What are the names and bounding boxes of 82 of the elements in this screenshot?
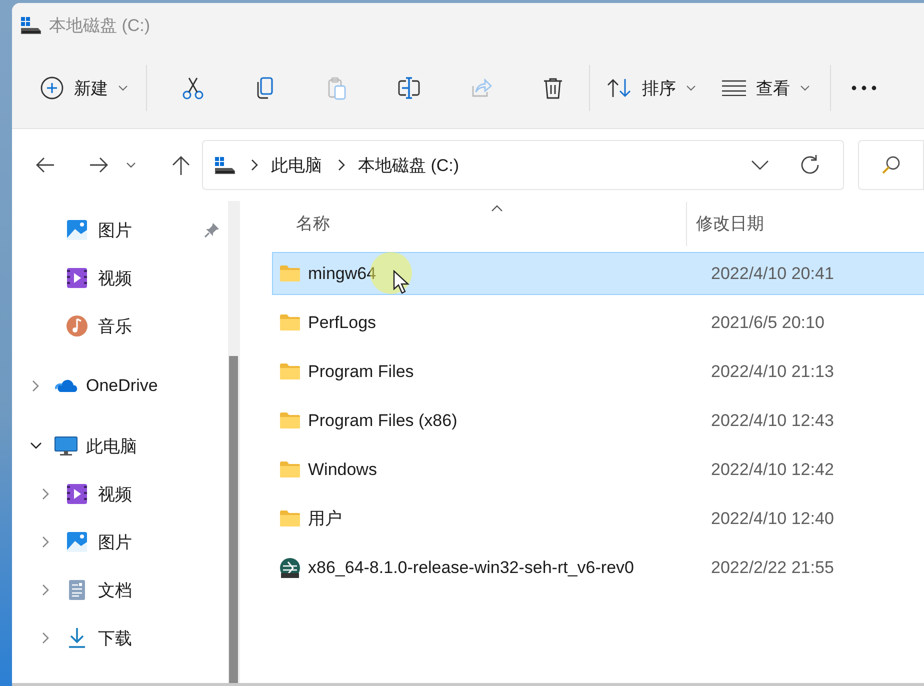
caret-icon bbox=[118, 85, 128, 91]
file-name: PerfLogs bbox=[308, 312, 376, 332]
drive-icon bbox=[215, 156, 235, 174]
refresh-icon[interactable] bbox=[799, 154, 821, 176]
sidebar-item[interactable]: 视频 bbox=[12, 254, 228, 302]
sidebar-item[interactable]: 视频 bbox=[12, 470, 228, 518]
file-row[interactable]: Program Files (x86) 2022/4/10 12:43 bbox=[272, 399, 924, 442]
chevron-right-icon[interactable] bbox=[42, 488, 50, 500]
sidebar-item[interactable]: 此电脑 bbox=[12, 422, 228, 470]
chevron-down-icon[interactable] bbox=[30, 442, 42, 450]
film-icon bbox=[66, 267, 90, 289]
modified-date: 2022/4/10 20:41 bbox=[711, 264, 834, 284]
file-row[interactable]: 用户 2022/4/10 12:40 bbox=[272, 497, 924, 540]
sidebar-item[interactable]: 下载 bbox=[12, 614, 228, 662]
modified-date: 2022/4/10 12:43 bbox=[711, 410, 834, 430]
search-field[interactable] bbox=[858, 140, 924, 190]
folder-icon bbox=[279, 264, 301, 284]
chevron-right-icon[interactable] bbox=[42, 632, 50, 644]
address-bar[interactable]: 此电脑 本地磁盘 (C:) bbox=[202, 140, 844, 190]
search-icon bbox=[881, 155, 901, 175]
pin-icon[interactable] bbox=[204, 222, 220, 238]
file-name: mingw64 bbox=[308, 264, 376, 284]
music-note-icon bbox=[66, 315, 90, 337]
modified-date: 2022/4/10 12:42 bbox=[711, 460, 834, 480]
chevron-right-icon[interactable] bbox=[32, 380, 40, 392]
breadcrumb[interactable]: 此电脑 bbox=[271, 154, 322, 176]
folder-icon bbox=[279, 312, 301, 332]
sidebar-item[interactable]: 文档 bbox=[12, 566, 228, 614]
sort-ascending-icon bbox=[491, 205, 503, 212]
modified-date: 2022/4/10 12:40 bbox=[711, 508, 834, 528]
file-row[interactable]: x86_64-8.1.0-release-win32-seh-rt_v6-rev0 2022/2/22 21:55 bbox=[272, 546, 924, 589]
chevron-icon bbox=[251, 159, 259, 171]
folder-icon bbox=[279, 508, 301, 528]
caret-icon bbox=[686, 85, 696, 91]
sort-button[interactable]: 排序 bbox=[600, 68, 702, 108]
file-name: Windows bbox=[308, 460, 377, 480]
chevron-icon bbox=[338, 159, 346, 171]
modified-date: 2022/4/10 21:13 bbox=[711, 362, 834, 382]
sidebar-item[interactable]: 图片 bbox=[12, 518, 228, 566]
sidebar-item[interactable]: 图片 bbox=[12, 206, 228, 254]
dropdown-icon[interactable] bbox=[751, 160, 769, 170]
sidebar-item[interactable]: 音乐 bbox=[12, 302, 228, 350]
file-row[interactable]: Program Files 2022/4/10 21:13 bbox=[272, 350, 924, 393]
pictures-icon bbox=[66, 531, 90, 553]
pictures-icon bbox=[66, 219, 90, 241]
scissors-icon bbox=[181, 76, 205, 100]
file-row[interactable]: PerfLogs 2021/6/5 20:10 bbox=[272, 301, 924, 344]
view-button[interactable]: 查看 bbox=[716, 68, 816, 108]
monitor-icon bbox=[54, 435, 78, 457]
folder-icon bbox=[279, 460, 301, 480]
drive-icon bbox=[21, 17, 41, 34]
caret-icon bbox=[126, 162, 136, 168]
up-arrow-icon bbox=[170, 154, 192, 176]
file-name: 用户 bbox=[308, 508, 342, 530]
file-name: Program Files (x86) bbox=[308, 410, 458, 430]
folder-icon bbox=[279, 410, 301, 430]
mouse-pointer-icon bbox=[393, 270, 411, 294]
file-name: x86_64-8.1.0-release-win32-seh-rt_v6-rev0 bbox=[308, 558, 634, 578]
sidebar-item[interactable]: OneDrive bbox=[12, 362, 228, 410]
column-header[interactable]: 修改日期 bbox=[687, 212, 764, 235]
window-title: 本地磁盘 (C:) bbox=[49, 15, 150, 37]
file-name: Program Files bbox=[308, 362, 414, 382]
rename-icon bbox=[397, 76, 421, 100]
folder-icon bbox=[279, 362, 301, 382]
sort-icon bbox=[606, 77, 632, 99]
file-row[interactable]: mingw64 2022/4/10 20:41 bbox=[272, 252, 924, 295]
scrollbar[interactable] bbox=[228, 201, 240, 683]
archive-icon bbox=[279, 558, 301, 578]
scrollbar-thumb[interactable] bbox=[229, 356, 238, 683]
plus-icon bbox=[40, 76, 64, 100]
file-row[interactable]: Windows 2022/4/10 12:42 bbox=[272, 448, 924, 491]
modified-date: 2022/2/22 21:55 bbox=[711, 558, 834, 578]
chevron-right-icon[interactable] bbox=[42, 584, 50, 596]
modified-date: 2021/6/5 20:10 bbox=[711, 312, 824, 332]
caret-icon bbox=[800, 85, 810, 91]
column-header[interactable]: 名称 bbox=[272, 212, 686, 235]
chevron-right-icon[interactable] bbox=[42, 536, 50, 548]
film-icon bbox=[66, 483, 90, 505]
list-icon bbox=[722, 80, 746, 96]
new-button[interactable]: 新建 bbox=[34, 68, 134, 108]
breadcrumb[interactable]: 本地磁盘 (C:) bbox=[358, 154, 460, 176]
trash-icon bbox=[541, 76, 565, 100]
